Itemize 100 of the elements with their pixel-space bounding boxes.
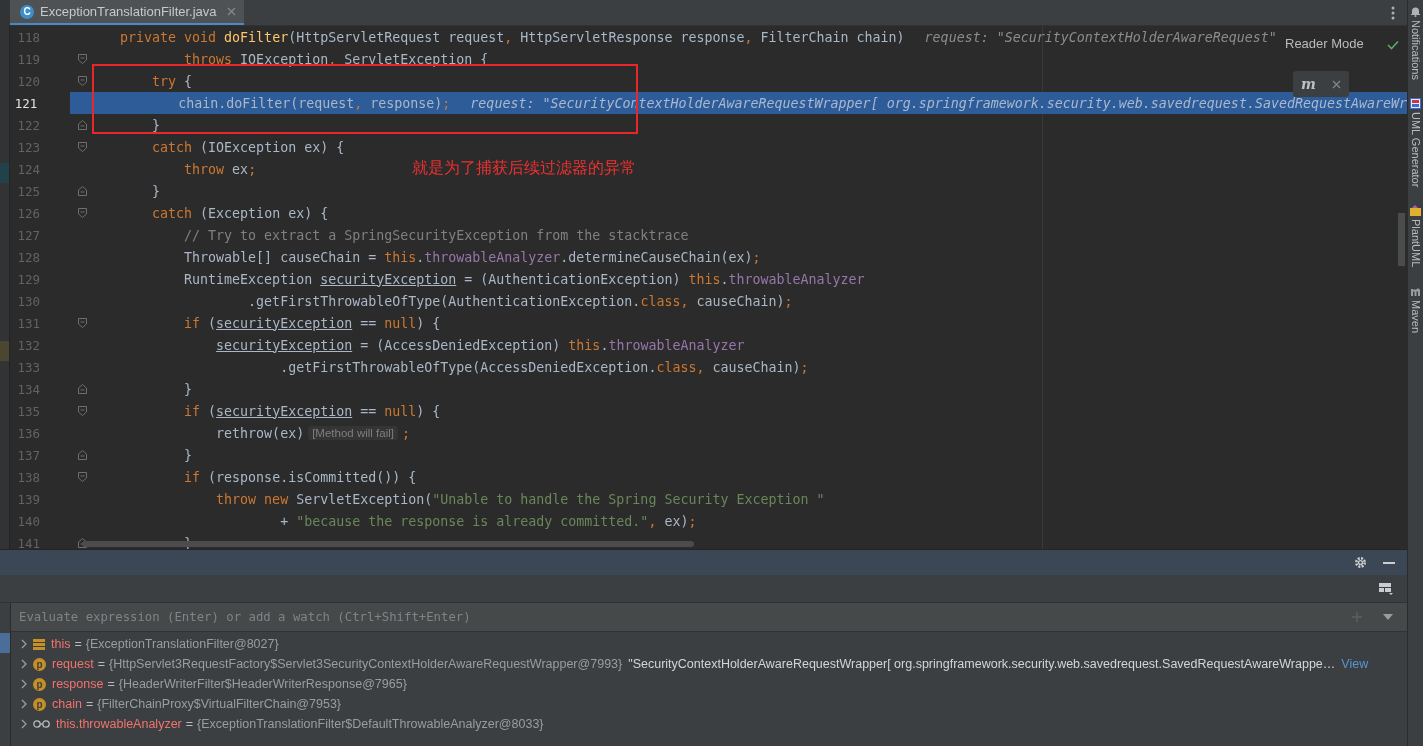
parameter-icon: p <box>33 657 46 671</box>
tool-window-button[interactable]: Maven <box>1409 285 1422 333</box>
variable-name[interactable]: this <box>51 637 71 651</box>
inlay-hint: [Method will fail] <box>308 426 398 440</box>
code-line: } <box>183 447 193 463</box>
line-number: 135 <box>16 403 40 419</box>
code-line: } <box>151 117 161 133</box>
gutter-marker <box>0 163 9 183</box>
code-line: catch (IOException ex) { <box>151 139 345 155</box>
close-icon[interactable] <box>1331 79 1341 89</box>
line-number: 121 <box>13 95 38 111</box>
line-number: 128 <box>16 249 40 265</box>
line-number: 140 <box>16 513 40 529</box>
more-icon[interactable] <box>1391 5 1395 20</box>
fold-icon[interactable] <box>77 208 87 218</box>
line-number: 122 <box>16 117 40 133</box>
line-number: 134 <box>16 381 40 397</box>
code-line: securityException = (AccessDeniedException) this.throwableAnalyzer <box>215 337 745 353</box>
code-line: throw ex; <box>183 161 257 177</box>
equals-sign: = <box>107 677 115 691</box>
plantuml-icon <box>1410 205 1421 217</box>
gutter-marker <box>0 341 9 361</box>
minimize-icon[interactable] <box>1383 561 1395 564</box>
variable-value: {HeaderWriterFilter$HeaderWriterResponse@7965} <box>118 677 407 691</box>
inline-value-hint: request: "SecurityContextHolderAwareRequest" <box>924 29 1277 45</box>
line-number: 119 <box>16 51 40 67</box>
line-number: 120 <box>16 73 40 89</box>
fold-icon[interactable] <box>77 406 87 416</box>
variable-value: {HttpServlet3RequestFactory$Servlet3SecurityContextHolderAwareRequestWrapper@7993} <box>109 657 623 671</box>
code-line: private void doFilter(HttpServletRequest request, HttpServletResponse response, FilterChain chain) <box>119 29 905 45</box>
variable-name[interactable]: this.throwableAnalyzer <box>56 717 182 731</box>
variable-string: "SecurityContextHolderAwareRequestWrapper[ org.springframework.security.web.savedrequest.SavedRequestAwareWrappe… <box>628 657 1336 671</box>
view-link[interactable]: View <box>1341 657 1369 671</box>
equals-sign: = <box>85 697 94 711</box>
dropdown-icon[interactable] <box>1383 614 1393 620</box>
variable-name[interactable]: response <box>52 677 104 691</box>
code-line: try { <box>151 73 193 89</box>
line-number: 139 <box>16 491 40 507</box>
line-number: 131 <box>16 315 40 331</box>
line-number: 137 <box>16 447 40 463</box>
fold-icon[interactable] <box>77 472 87 482</box>
variable-name[interactable]: chain <box>52 697 82 711</box>
code-line: .getFirstThrowableOfType(AccessDeniedException.class, causeChain); <box>279 359 809 375</box>
annotation-text: 就是为了捕获后续过滤器的异常 <box>412 158 636 179</box>
line-number: 138 <box>16 469 40 485</box>
code-line: throw new ServletException("Unable to handle the Spring Security Exception " <box>215 491 825 507</box>
line-number: 125 <box>16 183 40 199</box>
selected-frame-marker <box>0 633 10 653</box>
code-line: if (securityException == null) { <box>183 315 441 331</box>
close-icon[interactable] <box>226 7 236 16</box>
code-line: catch (Exception ex) { <box>151 205 329 221</box>
code-line: .getFirstThrowableOfType(AuthenticationException.class, causeChain); <box>247 293 793 309</box>
code-line: // Try to extract a SpringSecurityException from the stacktrace <box>183 227 689 243</box>
equals-sign: = <box>185 717 194 731</box>
variable-name[interactable]: request <box>52 657 94 671</box>
tool-window-button[interactable]: PlantUML <box>1409 205 1422 268</box>
line-number: 123 <box>16 139 40 155</box>
fold-icon[interactable] <box>77 318 87 328</box>
line-number: 132 <box>16 337 40 353</box>
bell-icon <box>1410 6 1421 17</box>
line-number: 118 <box>16 29 40 45</box>
code-line: chain.doFilter(request, response); <box>177 95 451 111</box>
file-tab[interactable]: C ExceptionTranslationFilter.java <box>10 0 244 25</box>
line-number: 127 <box>16 227 40 243</box>
variable-value: {FilterChainProxy$VirtualFilterChain@7953} <box>97 697 342 711</box>
code-line: if (securityException == null) { <box>183 403 441 419</box>
fold-icon[interactable] <box>77 76 87 86</box>
line-number: 141 <box>16 535 40 549</box>
reader-mode-link[interactable]: Reader Mode <box>1285 36 1364 51</box>
code-line: Throwable[] causeChain = this.throwableAnalyzer.determineCauseChain(ex); <box>183 249 761 265</box>
fold-icon[interactable] <box>77 120 87 130</box>
fold-icon[interactable] <box>77 186 87 196</box>
line-number: 129 <box>16 271 40 287</box>
code-line: } <box>151 183 161 199</box>
maven-reload-popup[interactable]: m <box>1293 71 1349 97</box>
check-icon <box>1387 40 1399 50</box>
tool-window-button[interactable]: UML Generator <box>1409 97 1422 188</box>
glasses-icon <box>33 720 50 728</box>
code-line: } <box>183 381 193 397</box>
layout-icon[interactable] <box>1379 582 1393 595</box>
scrollbar-thumb[interactable] <box>1398 213 1405 266</box>
uml-icon <box>1410 97 1421 109</box>
fold-icon[interactable] <box>77 384 87 394</box>
code-line: RuntimeException securityException = (AuthenticationException) this.throwableAnalyzer <box>183 271 865 287</box>
variable-value: {ExceptionTranslationFilter$DefaultThrowableAnalyzer@8033} <box>197 717 544 731</box>
parameter-icon: p <box>33 677 46 691</box>
tool-window-button[interactable]: Notifications <box>1409 6 1422 80</box>
fold-icon[interactable] <box>77 142 87 152</box>
fold-icon[interactable] <box>77 54 87 64</box>
line-number: 130 <box>16 293 40 309</box>
equals-sign: = <box>97 657 105 671</box>
code-line: if (response.isCommitted()) { <box>183 469 417 485</box>
variable-value: {ExceptionTranslationFilter@8027} <box>85 637 279 651</box>
settings-icon[interactable] <box>1354 556 1367 569</box>
line-number: 133 <box>16 359 40 375</box>
line-number: 136 <box>16 425 40 441</box>
fold-icon[interactable] <box>77 450 87 460</box>
evaluate-field[interactable]: Evaluate expression (Enter) or add a watch (Ctrl+Shift+Enter) <box>11 603 1407 631</box>
fields-icon <box>33 638 45 650</box>
maven-icon <box>1410 285 1421 297</box>
